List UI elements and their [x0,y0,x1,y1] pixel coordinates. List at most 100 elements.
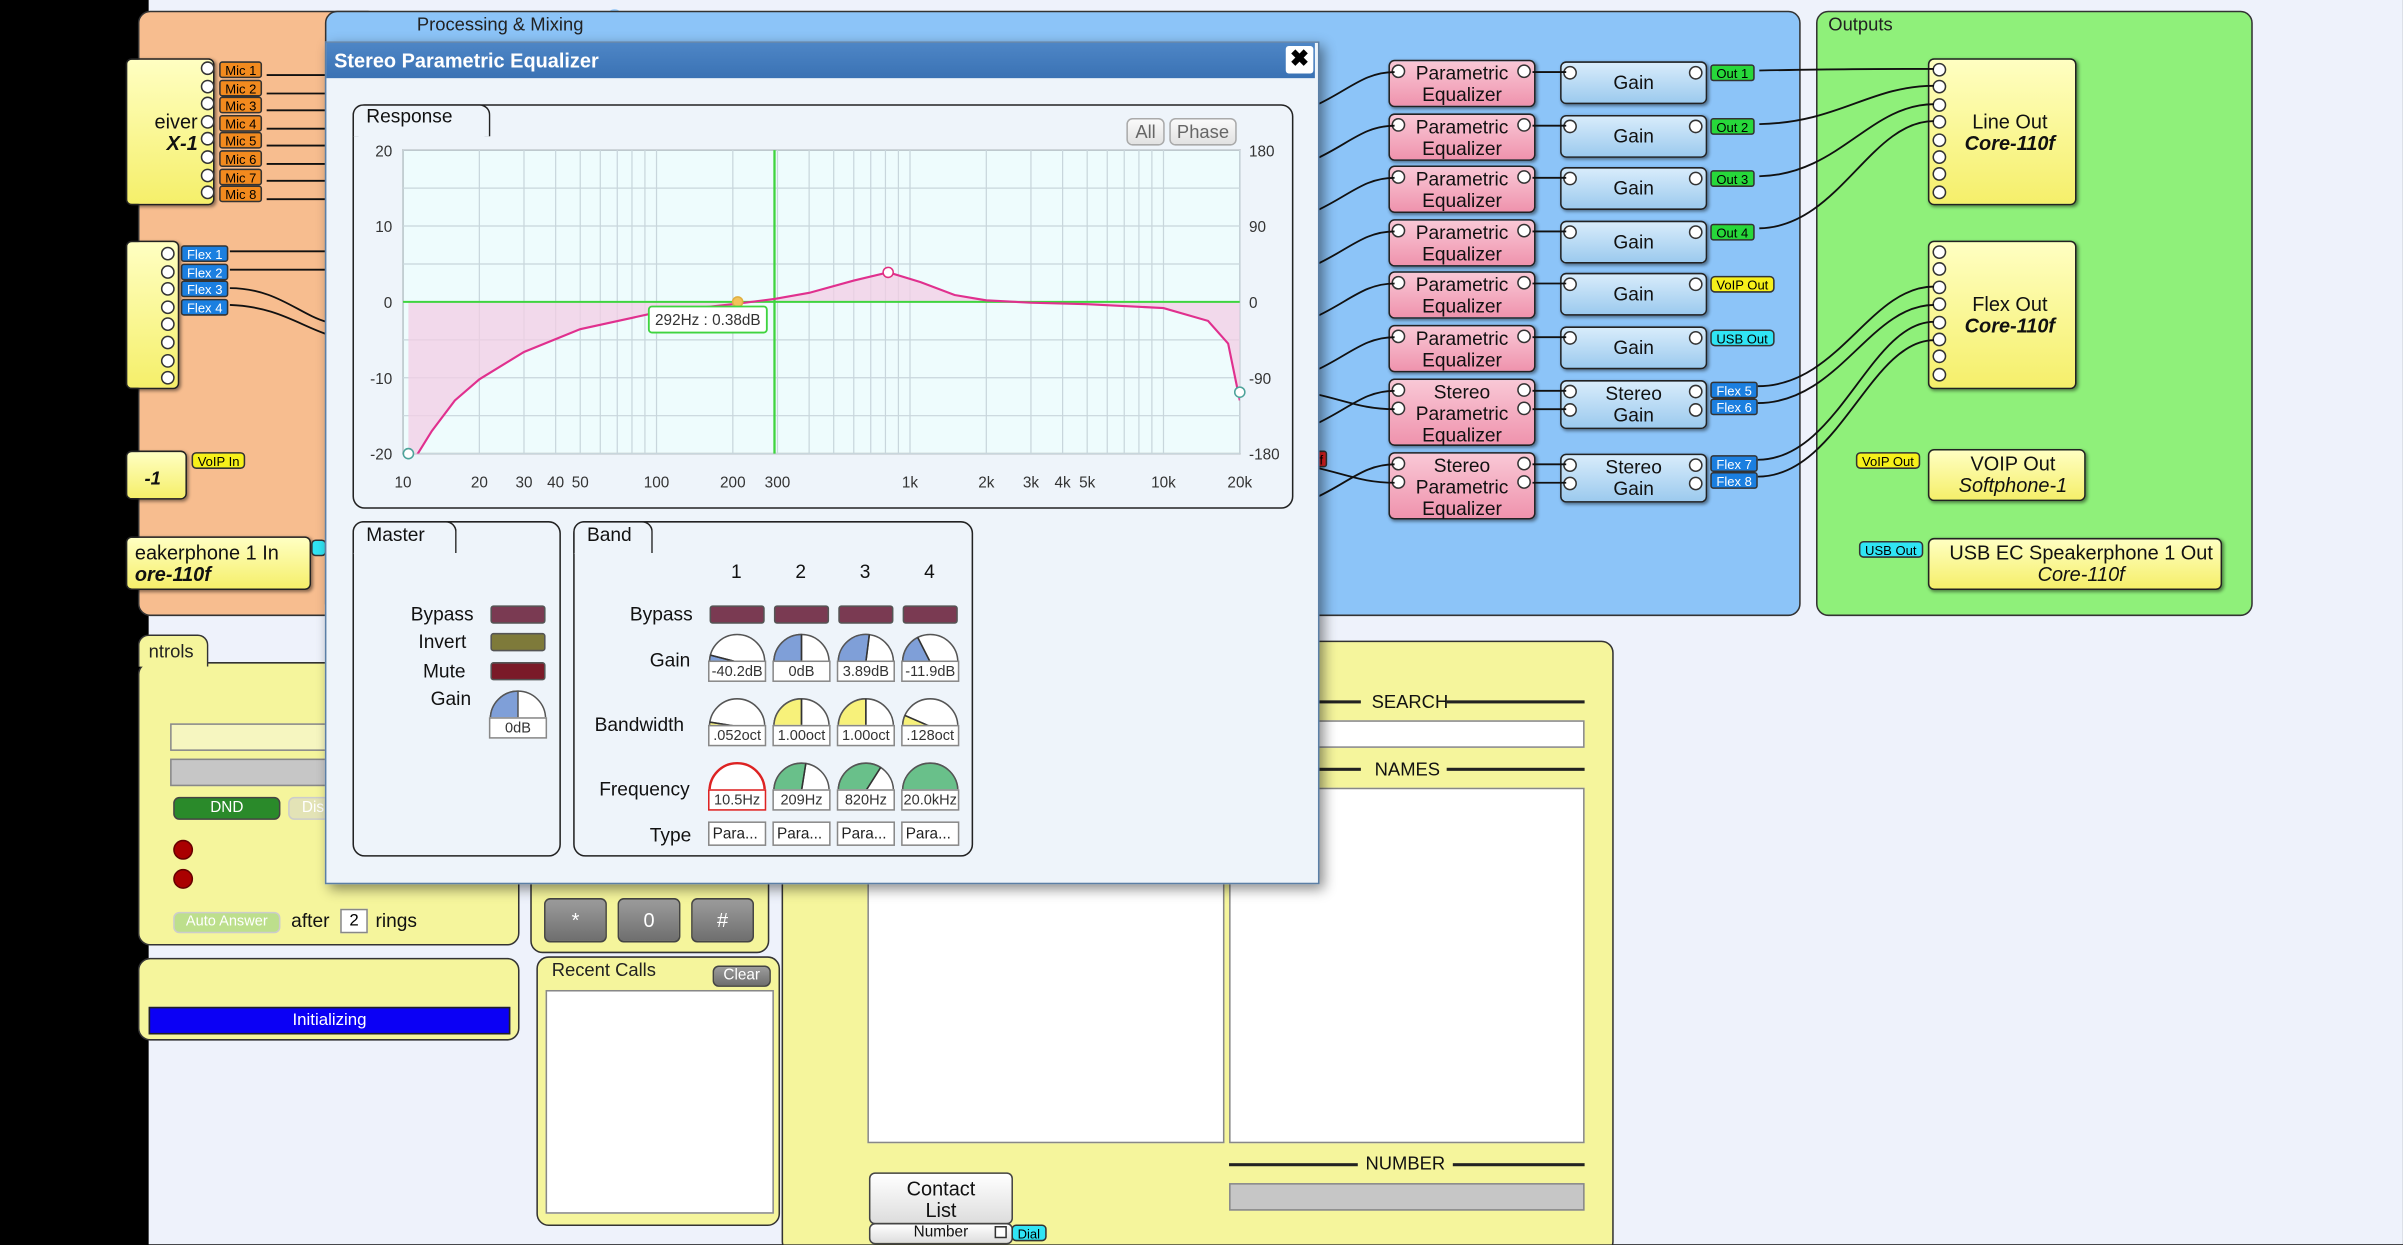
master-label: Master [366,524,425,546]
master-gain-knob[interactable]: 0dB [488,688,548,743]
band-bandwidth-knob-value: 1.00oct [772,724,831,747]
search-label: SEARCH [1371,691,1449,713]
band-bypass-button[interactable] [709,605,765,624]
band-bypass-button[interactable] [773,605,830,624]
band-gain-knob[interactable]: 3.89dB [836,631,895,686]
rings-field[interactable]: 2 [340,908,368,934]
x-tick-label: 200 [720,474,746,491]
wire [1314,124,1395,161]
dial-checkbox[interactable] [994,1226,1007,1239]
knob-dial-icon [708,633,766,663]
master-invert-label: Invert [418,631,467,653]
controls-field-2[interactable] [170,758,332,787]
y2-tick-label: -90 [1249,371,1271,388]
controls-field-1[interactable] [170,723,332,751]
close-icon[interactable]: ✖ [1285,45,1314,74]
band-gain-knob-value: 0dB [772,660,831,682]
y2-tick-label: -180 [1249,447,1280,464]
eq-response-chart[interactable]: 20100-10-20180900-90-18010 20 30 40 50 100 200… [354,138,1289,503]
rings-label: rings [375,910,417,932]
knob-dial-icon [837,762,895,792]
band-type-field[interactable]: Para... [901,821,960,846]
band-bypass-button[interactable] [838,605,894,624]
band-handle[interactable] [731,296,744,308]
band-bandwidth-knob-value: .052oct [708,724,767,747]
band-frequency-knob-value: 209Hz [772,789,831,811]
wire [1759,103,1935,178]
wire [1759,68,1935,72]
dialpad-key[interactable]: # [691,898,754,943]
wire [229,287,327,323]
band-bandwidth-knob[interactable]: 1.00oct [772,696,831,751]
master-mute-label: Mute [422,660,466,682]
recent-calls-title: Recent Calls [551,959,656,981]
master-gain-dial-icon [489,690,547,720]
number-divider-l [1229,1163,1358,1167]
band-number: 2 [795,560,807,583]
search-input[interactable] [1314,720,1585,748]
contact-list-button[interactable]: Contact List [868,1172,1013,1225]
band-frequency-knob-value: 20.0kHz [901,789,960,811]
band-gain-knob-value: -11.9dB [901,660,960,682]
band-type-field[interactable]: Para... [708,821,767,846]
band-handle[interactable] [882,266,894,279]
master-mute-button[interactable] [490,662,546,681]
dialog-title: Stereo Parametric Equalizer [334,49,599,73]
x-tick-label: 10 [395,474,412,491]
clear-button[interactable]: Clear [712,965,771,987]
master-bypass-label: Bypass [410,603,474,626]
number-tab[interactable]: Number [868,1222,1013,1245]
band-bypass-button[interactable] [902,605,958,624]
band-frequency-knob-value: 10.5Hz [708,789,767,811]
band-frequency-knob[interactable]: 10.5Hz [708,760,767,815]
band-bandwidth-knob[interactable]: .052oct [708,696,767,751]
band-frequency-knob[interactable]: 820Hz [836,760,895,815]
band-frequency-knob[interactable]: 20.0kHz [901,760,960,815]
x-tick-label: 30 [515,474,532,491]
band-bandwidth-knob[interactable]: .128oct [901,696,960,751]
dnd-button[interactable]: DND [173,796,281,820]
auto-answer-button[interactable]: Auto Answer [173,911,281,934]
band-handle[interactable] [1233,386,1246,398]
x-tick-label: 50 [572,474,589,491]
dialog-titlebar[interactable]: Stereo Parametric Equalizer [326,42,1315,79]
number-input[interactable] [1229,1183,1585,1211]
band-type-field[interactable]: Para... [772,821,831,846]
wire [1314,71,1395,107]
band-frequency-knob-value: 820Hz [836,789,895,811]
x-tick-label: 4k [1055,474,1072,491]
dialpad-key[interactable]: * [544,898,607,943]
master-gain-value: 0dB [488,717,548,739]
knob-dial-icon [773,698,830,728]
knob-dial-icon [708,761,766,792]
band-gain-knob[interactable]: -40.2dB [708,631,767,686]
directory-list[interactable] [867,858,1225,1144]
band-gain-knob-value: 3.89dB [836,660,895,682]
band-gain-label: Gain [649,649,691,672]
band-gain-knob[interactable]: 0dB [772,631,831,686]
band-type-field[interactable]: Para... [836,821,895,846]
dial-tag[interactable]: Dial [1011,1224,1047,1242]
band-bandwidth-knob[interactable]: 1.00oct [836,696,895,751]
y2-tick-label: 0 [1249,295,1258,312]
master-bypass-button[interactable] [490,605,546,624]
band-gain-knob[interactable]: -11.9dB [901,631,960,686]
band-frequency-knob[interactable]: 209Hz [772,760,831,815]
dialpad-key[interactable]: 0 [617,898,681,943]
band-handle[interactable] [402,447,415,460]
band-bandwidth-knob-value: 1.00oct [836,724,895,747]
band-frequency-label: Frequency [599,778,690,800]
wire [1314,466,1395,484]
x-tick-label: 300 [765,474,791,491]
x-tick-label: 20 [471,474,488,491]
recent-calls-list[interactable] [545,989,774,1214]
led-1 [173,839,194,860]
cursor-tooltip-text: 292Hz : 0.38dB [655,312,761,329]
wire [1759,120,1935,230]
x-tick-label: 5k [1079,474,1096,491]
wire [1314,336,1395,372]
master-invert-button[interactable] [490,632,546,652]
names-divider-r [1446,767,1585,771]
stereo-peq-dialog[interactable]: Stereo Parametric Equalizer ✖ Response A… [324,41,1320,885]
band-bandwidth-knob-value: .128oct [901,724,960,747]
